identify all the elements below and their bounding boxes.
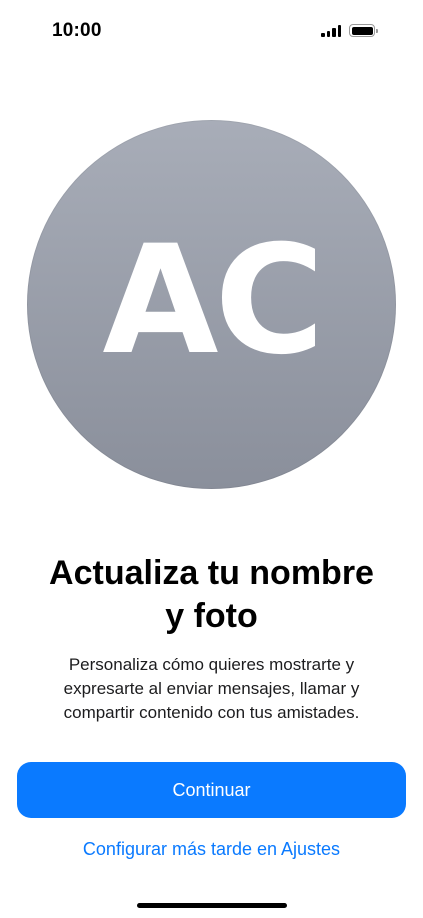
cellular-signal-icon: [321, 24, 341, 37]
avatar[interactable]: AC: [27, 120, 396, 489]
page-title: Actualiza tu nombre y foto: [0, 552, 423, 638]
page-description: Personaliza cómo quieres mostrarte y exp…: [63, 655, 360, 722]
status-time: 10:00: [52, 20, 102, 41]
status-icons: [321, 24, 378, 37]
battery-icon: [349, 24, 378, 37]
setup-screen: 10:00 AC Actualiza tu nombre y foto Pers…: [0, 0, 423, 918]
continue-button[interactable]: Continuar: [17, 762, 406, 818]
status-bar: 10:00: [0, 0, 423, 64]
title-line-1: Actualiza tu nombre: [49, 554, 374, 592]
home-indicator[interactable]: [137, 903, 287, 908]
title-line-2: y foto: [165, 597, 258, 635]
configure-later-link[interactable]: Configurar más tarde en Ajustes: [0, 839, 423, 860]
avatar-initials: AC: [102, 213, 324, 388]
